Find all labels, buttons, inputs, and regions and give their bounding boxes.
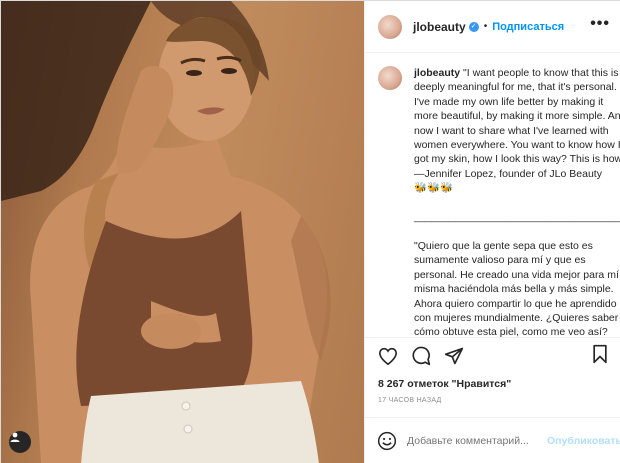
publish-button[interactable]: Опубликовать: [547, 435, 620, 447]
bookmark-icon[interactable]: [591, 344, 609, 369]
post-timestamp[interactable]: 17 ЧАСОВ НАЗАД: [378, 397, 442, 404]
separator-dot: •: [483, 21, 488, 32]
verified-badge-icon: ✓: [468, 21, 479, 32]
emoji-icon[interactable]: [377, 431, 397, 451]
share-icon[interactable]: [443, 345, 465, 367]
comment-icon[interactable]: [410, 345, 432, 367]
comment-input[interactable]: [407, 435, 544, 447]
caption-avatar[interactable]: [378, 66, 402, 90]
action-bar: [365, 337, 620, 373]
comment-form: Опубликовать: [365, 417, 620, 463]
caption-text: "I want people to know that this is deep…: [414, 67, 620, 337]
heart-icon[interactable]: [377, 345, 399, 367]
avatar[interactable]: [378, 14, 402, 39]
post-photo[interactable]: [1, 1, 364, 463]
caption-username[interactable]: jlobeauty: [414, 67, 460, 79]
user-tag-icon[interactable]: [9, 431, 31, 453]
likes-count[interactable]: 8 267 отметок "Нравится": [378, 378, 511, 390]
post-side-panel: jlobeauty ✓ • Подписаться ••• jlobeauty …: [364, 1, 620, 463]
caption: jlobeauty "I want people to know that th…: [414, 66, 620, 337]
follow-button[interactable]: Подписаться: [492, 21, 564, 33]
post-modal: jlobeauty ✓ • Подписаться ••• jlobeauty …: [0, 0, 620, 463]
caption-scroll-area[interactable]: jlobeauty "I want people to know that th…: [365, 54, 620, 337]
post-header: jlobeauty ✓ • Подписаться •••: [365, 1, 620, 53]
more-options-icon[interactable]: •••: [590, 15, 610, 33]
photo-illustration: [1, 1, 331, 463]
username-link[interactable]: jlobeauty: [413, 20, 466, 34]
